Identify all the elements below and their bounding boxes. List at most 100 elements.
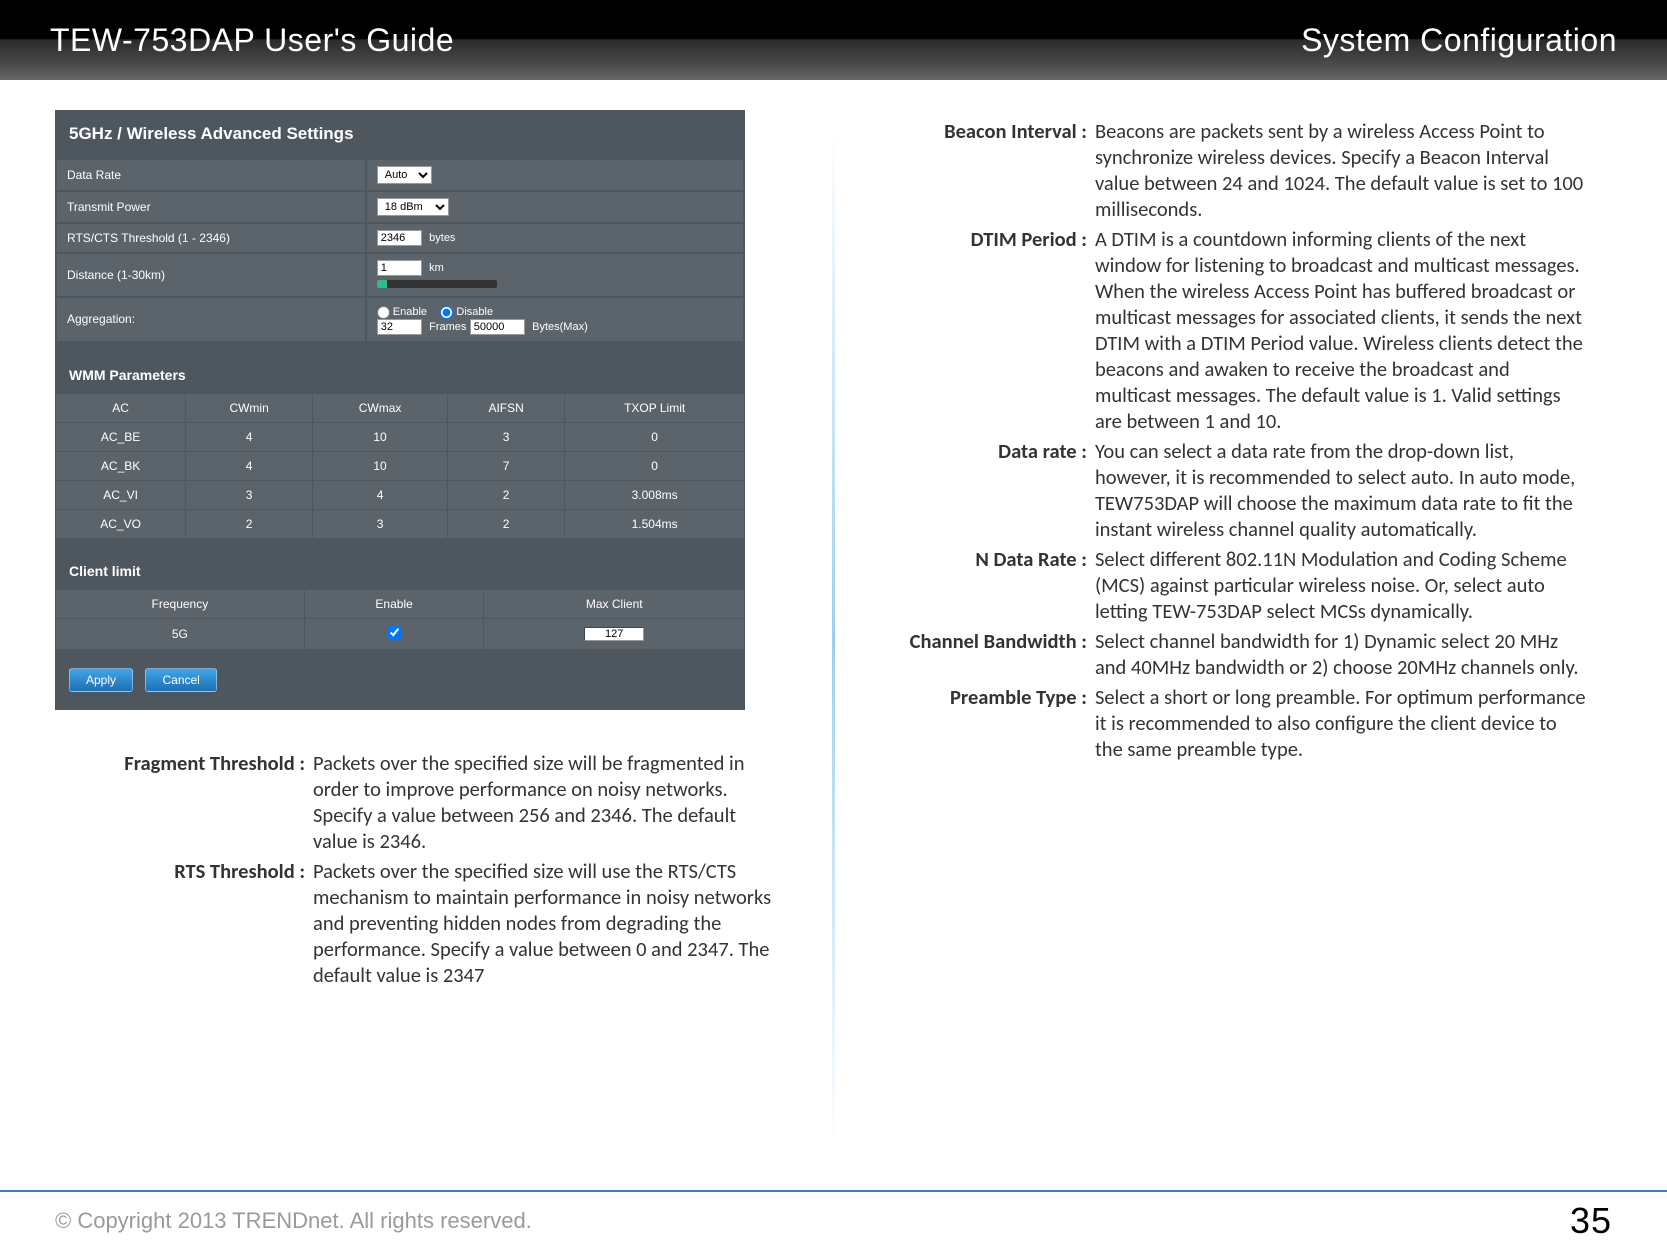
unit-distance: km: [429, 262, 444, 274]
column-divider: [832, 130, 835, 1150]
right-column: Beacon IntervalBeacons are packets sent …: [865, 110, 1612, 1155]
wmm-cell: 4: [313, 480, 448, 509]
select-tx-power[interactable]: 18 dBm: [377, 198, 449, 216]
unit-rts: bytes: [429, 232, 455, 244]
wmm-heading: WMM Parameters: [55, 357, 745, 393]
definition-term: Beacon Interval: [865, 118, 1095, 222]
copyright-text: © Copyright 2013 TRENDnet. All rights re…: [55, 1208, 532, 1234]
client-col-1: Enable: [304, 589, 484, 618]
wmm-row: AC_VO2321.504ms: [56, 509, 745, 538]
aggregation-enable-label[interactable]: Enable: [377, 306, 427, 318]
cancel-button[interactable]: Cancel: [145, 668, 216, 692]
row-aggregation: Aggregation: Enable Disable Frames Bytes…: [57, 298, 743, 341]
wmm-cell: 2: [186, 509, 313, 538]
section-title: System Configuration: [1301, 22, 1617, 59]
definition-term: Data rate: [865, 438, 1095, 542]
definition-desc: Select a short or long preamble. For opt…: [1095, 684, 1612, 762]
label-distance: Distance (1-30km): [57, 254, 365, 296]
row-rts: RTS/CTS Threshold (1 - 2346) bytes: [57, 224, 743, 252]
input-agg-bytes[interactable]: [470, 319, 525, 335]
input-agg-frames[interactable]: [377, 319, 422, 335]
definition-term: Fragment Threshold: [55, 750, 313, 854]
definition-term: Channel Bandwidth: [865, 628, 1095, 680]
radio-aggregation-disable[interactable]: [440, 306, 453, 319]
doc-title: TEW-753DAP User's Guide: [50, 22, 454, 59]
definition-desc: A DTIM is a countdown informing clients …: [1095, 226, 1612, 434]
definition-row: Preamble TypeSelect a short or long prea…: [865, 684, 1612, 762]
definition-desc: Packets over the specified size will use…: [313, 858, 802, 988]
aggregation-disable-label[interactable]: Disable: [440, 306, 493, 318]
definitions-right: Beacon IntervalBeacons are packets sent …: [865, 118, 1612, 762]
row-tx-power: Transmit Power 18 dBm: [57, 192, 743, 222]
wmm-cell: 10: [313, 422, 448, 451]
row-distance: Distance (1-30km) km: [57, 254, 743, 296]
definition-desc: Select channel bandwidth for 1) Dynamic …: [1095, 628, 1612, 680]
apply-button[interactable]: Apply: [69, 668, 133, 692]
wmm-cell: AC_BK: [56, 451, 186, 480]
client-col-0: Frequency: [56, 589, 305, 618]
wmm-cell: 10: [313, 451, 448, 480]
label-tx-power: Transmit Power: [57, 192, 365, 222]
label-rts: RTS/CTS Threshold (1 - 2346): [57, 224, 365, 252]
definition-term: DTIM Period: [865, 226, 1095, 434]
definition-desc: Packets over the specified size will be …: [313, 750, 802, 854]
left-column: 5GHz / Wireless Advanced Settings Data R…: [55, 110, 802, 1155]
wmm-cell: AC_VI: [56, 480, 186, 509]
definition-row: Fragment ThresholdPackets over the speci…: [55, 750, 802, 854]
advanced-settings-table: Data Rate Auto Transmit Power 18 dBm RTS…: [55, 158, 745, 343]
wmm-cell: 3.008ms: [565, 480, 745, 509]
definition-row: N Data RateSelect different 802.11N Modu…: [865, 546, 1612, 624]
unit-agg-frames: Frames: [429, 321, 466, 333]
wmm-col-2: CWmax: [313, 393, 448, 422]
client-freq: 5G: [56, 618, 305, 649]
wmm-cell: 2: [448, 509, 565, 538]
input-rts[interactable]: [377, 230, 422, 246]
wmm-cell: 1.504ms: [565, 509, 745, 538]
wmm-row: AC_VI3423.008ms: [56, 480, 745, 509]
footer: © Copyright 2013 TRENDnet. All rights re…: [0, 1190, 1667, 1250]
panel-heading: 5GHz / Wireless Advanced Settings: [55, 110, 745, 158]
client-limit-heading: Client limit: [55, 553, 745, 589]
definition-term: RTS Threshold: [55, 858, 313, 988]
distance-slider[interactable]: [377, 280, 497, 288]
wmm-cell: 3: [448, 422, 565, 451]
wmm-cell: 3: [186, 480, 313, 509]
page-number: 35: [1570, 1200, 1612, 1242]
wmm-row: AC_BK41070: [56, 451, 745, 480]
page-body: 5GHz / Wireless Advanced Settings Data R…: [0, 80, 1667, 1155]
definition-row: Channel BandwidthSelect channel bandwidt…: [865, 628, 1612, 680]
wmm-row: AC_BE41030: [56, 422, 745, 451]
wmm-cell: 3: [313, 509, 448, 538]
wmm-cell: AC_BE: [56, 422, 186, 451]
wmm-cell: AC_VO: [56, 509, 186, 538]
definition-term: N Data Rate: [865, 546, 1095, 624]
definition-desc: Beacons are packets sent by a wireless A…: [1095, 118, 1612, 222]
label-data-rate: Data Rate: [57, 160, 365, 190]
wmm-col-4: TXOP Limit: [565, 393, 745, 422]
definition-row: RTS ThresholdPackets over the specified …: [55, 858, 802, 988]
client-max-input[interactable]: [584, 627, 644, 641]
definition-term: Preamble Type: [865, 684, 1095, 762]
definition-row: DTIM PeriodA DTIM is a countdown informi…: [865, 226, 1612, 434]
wmm-col-3: AIFSN: [448, 393, 565, 422]
wmm-cell: 7: [448, 451, 565, 480]
wmm-col-0: AC: [56, 393, 186, 422]
client-enable-checkbox[interactable]: [388, 626, 401, 639]
wmm-cell: 0: [565, 451, 745, 480]
label-aggregation: Aggregation:: [57, 298, 365, 341]
select-data-rate[interactable]: Auto: [377, 166, 432, 184]
definition-desc: You can select a data rate from the drop…: [1095, 438, 1612, 542]
input-distance[interactable]: [377, 260, 422, 276]
button-row: Apply Cancel: [55, 650, 745, 692]
header-bar: TEW-753DAP User's Guide System Configura…: [0, 0, 1667, 80]
wmm-cell: 4: [186, 422, 313, 451]
unit-agg-bytes: Bytes(Max): [532, 321, 588, 333]
definition-row: Data rateYou can select a data rate from…: [865, 438, 1612, 542]
definition-desc: Select different 802.11N Modulation and …: [1095, 546, 1612, 624]
wmm-cell: 4: [186, 451, 313, 480]
wmm-cell: 0: [565, 422, 745, 451]
radio-aggregation-enable[interactable]: [377, 306, 390, 319]
client-col-2: Max Client: [484, 589, 745, 618]
wmm-col-1: CWmin: [186, 393, 313, 422]
router-settings-panel: 5GHz / Wireless Advanced Settings Data R…: [55, 110, 745, 710]
